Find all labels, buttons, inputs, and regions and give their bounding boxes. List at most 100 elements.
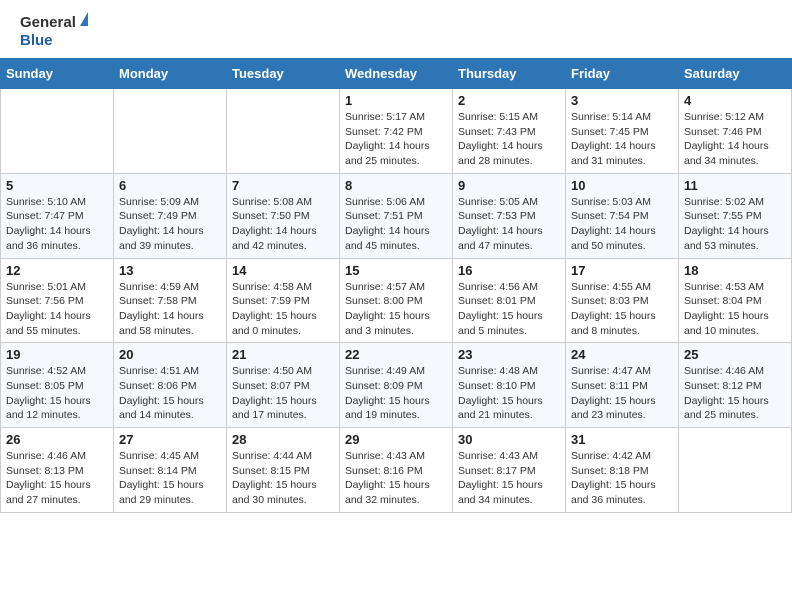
day-number: 26 [6,432,108,447]
day-info: Sunrise: 4:51 AMSunset: 8:06 PMDaylight:… [119,364,221,423]
calendar-table: SundayMondayTuesdayWednesdayThursdayFrid… [0,58,792,513]
day-info: Sunrise: 4:52 AMSunset: 8:05 PMDaylight:… [6,364,108,423]
calendar-cell: 23Sunrise: 4:48 AMSunset: 8:10 PMDayligh… [453,343,566,428]
calendar-cell [1,89,114,174]
day-number: 17 [571,263,673,278]
calendar-cell: 27 Sunrise: 4:45 AMSunset: 8:14 PMDayligh… [114,428,227,513]
calendar-cell: 22 Sunrise: 4:49 AMSunset: 8:09 PMDayligh… [340,343,453,428]
calendar-cell: 8 Sunrise: 5:06 AMSunset: 7:51 PMDaylight… [340,173,453,258]
day-number: 21 [232,347,334,362]
calendar-cell: 31 Sunrise: 4:42 AMSunset: 8:18 PMDayligh… [566,428,679,513]
calendar-cell: 29Sunrise: 4:43 AMSunset: 8:16 PMDayligh… [340,428,453,513]
day-info: Sunrise: 4:58 AMSunset: 7:59 PMDaylight:… [232,280,334,339]
day-number: 25 [684,347,786,362]
weekday-header-row: SundayMondayTuesdayWednesdayThursdayFrid… [1,59,792,89]
day-info: Sunrise: 5:01 AMSunset: 7:56 PMDaylight:… [6,280,108,339]
calendar-cell: 20Sunrise: 4:51 AMSunset: 8:06 PMDayligh… [114,343,227,428]
day-number: 18 [684,263,786,278]
day-info: Sunrise: 5:17 AMSunset: 7:42 PMDaylight:… [345,110,447,169]
day-info: Sunrise: 4:45 AMSunset: 8:14 PMDaylight:… [119,449,221,508]
weekday-header-friday: Friday [566,59,679,89]
day-number: 29 [345,432,447,447]
day-info: Sunrise: 5:15 AMSunset: 7:43 PMDaylight:… [458,110,560,169]
day-info: Sunrise: 5:09 AMSunset: 7:49 PMDaylight:… [119,195,221,254]
calendar-cell: 24 Sunrise: 4:47 AMSunset: 8:11 PMDayligh… [566,343,679,428]
page-header: General Blue [0,0,792,58]
day-number: 15 [345,263,447,278]
calendar-cell: 25 Sunrise: 4:46 AMSunset: 8:12 PMDayligh… [679,343,792,428]
calendar-cell: 26 Sunrise: 4:46 AMSunset: 8:13 PMDayligh… [1,428,114,513]
day-info: Sunrise: 4:46 AMSunset: 8:12 PMDaylight:… [684,364,786,423]
calendar-week-row: 19Sunrise: 4:52 AMSunset: 8:05 PMDayligh… [1,343,792,428]
calendar-cell: 28 Sunrise: 4:44 AMSunset: 8:15 PMDayligh… [227,428,340,513]
day-number: 7 [232,178,334,193]
calendar-cell: 12 Sunrise: 5:01 AMSunset: 7:56 PMDayligh… [1,258,114,343]
day-number: 23 [458,347,560,362]
calendar-cell: 10Sunrise: 5:03 AMSunset: 7:54 PMDayligh… [566,173,679,258]
day-info: Sunrise: 4:42 AMSunset: 8:18 PMDaylight:… [571,449,673,508]
weekday-header-wednesday: Wednesday [340,59,453,89]
calendar-cell: 30 Sunrise: 4:43 AMSunset: 8:17 PMDayligh… [453,428,566,513]
calendar-week-row: 5 Sunrise: 5:10 AMSunset: 7:47 PMDaylight… [1,173,792,258]
day-number: 27 [119,432,221,447]
day-info: Sunrise: 4:44 AMSunset: 8:15 PMDaylight:… [232,449,334,508]
day-info: Sunrise: 4:50 AMSunset: 8:07 PMDaylight:… [232,364,334,423]
calendar-cell: 2 Sunrise: 5:15 AMSunset: 7:43 PMDaylight… [453,89,566,174]
day-info: Sunrise: 4:59 AMSunset: 7:58 PMDaylight:… [119,280,221,339]
weekday-header-sunday: Sunday [1,59,114,89]
calendar-cell: 11 Sunrise: 5:02 AMSunset: 7:55 PMDayligh… [679,173,792,258]
day-info: Sunrise: 5:05 AMSunset: 7:53 PMDaylight:… [458,195,560,254]
day-number: 2 [458,93,560,108]
calendar-week-row: 1 Sunrise: 5:17 AMSunset: 7:42 PMDaylight… [1,89,792,174]
day-info: Sunrise: 5:06 AMSunset: 7:51 PMDaylight:… [345,195,447,254]
calendar-cell: 1 Sunrise: 5:17 AMSunset: 7:42 PMDaylight… [340,89,453,174]
day-number: 16 [458,263,560,278]
day-info: Sunrise: 4:56 AMSunset: 8:01 PMDaylight:… [458,280,560,339]
day-info: Sunrise: 4:49 AMSunset: 8:09 PMDaylight:… [345,364,447,423]
day-info: Sunrise: 5:10 AMSunset: 7:47 PMDaylight:… [6,195,108,254]
day-number: 30 [458,432,560,447]
day-info: Sunrise: 4:57 AMSunset: 8:00 PMDaylight:… [345,280,447,339]
day-info: Sunrise: 4:46 AMSunset: 8:13 PMDaylight:… [6,449,108,508]
day-number: 8 [345,178,447,193]
weekday-header-saturday: Saturday [679,59,792,89]
logo-general: General [20,14,76,31]
day-number: 31 [571,432,673,447]
day-info: Sunrise: 5:14 AMSunset: 7:45 PMDaylight:… [571,110,673,169]
day-number: 22 [345,347,447,362]
day-number: 10 [571,178,673,193]
day-number: 9 [458,178,560,193]
day-number: 12 [6,263,108,278]
weekday-header-tuesday: Tuesday [227,59,340,89]
day-number: 4 [684,93,786,108]
day-number: 1 [345,93,447,108]
day-number: 14 [232,263,334,278]
calendar-cell: 17Sunrise: 4:55 AMSunset: 8:03 PMDayligh… [566,258,679,343]
day-number: 13 [119,263,221,278]
calendar-cell: 19Sunrise: 4:52 AMSunset: 8:05 PMDayligh… [1,343,114,428]
weekday-header-monday: Monday [114,59,227,89]
day-info: Sunrise: 4:43 AMSunset: 8:17 PMDaylight:… [458,449,560,508]
calendar-cell: 7Sunrise: 5:08 AMSunset: 7:50 PMDaylight… [227,173,340,258]
day-info: Sunrise: 5:12 AMSunset: 7:46 PMDaylight:… [684,110,786,169]
day-info: Sunrise: 5:02 AMSunset: 7:55 PMDaylight:… [684,195,786,254]
calendar-cell: 6 Sunrise: 5:09 AMSunset: 7:49 PMDaylight… [114,173,227,258]
logo-wordmark: General Blue [20,14,88,50]
day-info: Sunrise: 4:53 AMSunset: 8:04 PMDaylight:… [684,280,786,339]
day-number: 28 [232,432,334,447]
logo-blue: Blue [20,32,53,49]
calendar-cell: 16 Sunrise: 4:56 AMSunset: 8:01 PMDayligh… [453,258,566,343]
day-number: 5 [6,178,108,193]
calendar-cell: 18 Sunrise: 4:53 AMSunset: 8:04 PMDayligh… [679,258,792,343]
day-info: Sunrise: 4:47 AMSunset: 8:11 PMDaylight:… [571,364,673,423]
calendar-cell: 14 Sunrise: 4:58 AMSunset: 7:59 PMDayligh… [227,258,340,343]
calendar-cell: 3 Sunrise: 5:14 AMSunset: 7:45 PMDaylight… [566,89,679,174]
logo: General Blue [20,14,88,50]
day-number: 3 [571,93,673,108]
calendar-cell: 15 Sunrise: 4:57 AMSunset: 8:00 PMDayligh… [340,258,453,343]
day-number: 11 [684,178,786,193]
calendar-cell [114,89,227,174]
day-number: 6 [119,178,221,193]
day-number: 24 [571,347,673,362]
calendar-cell: 4 Sunrise: 5:12 AMSunset: 7:46 PMDaylight… [679,89,792,174]
